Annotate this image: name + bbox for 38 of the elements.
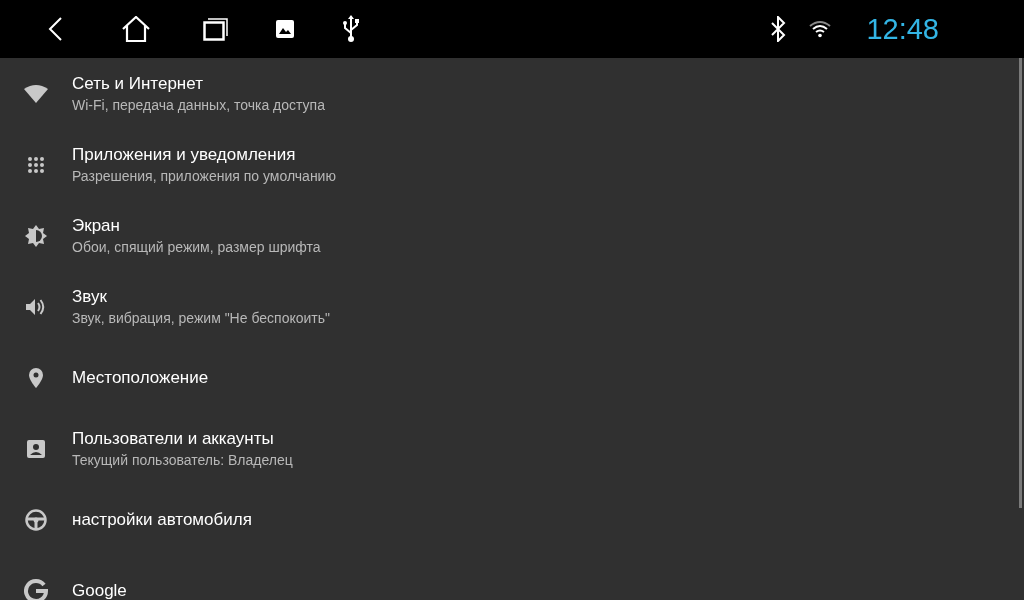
back-icon[interactable]	[47, 16, 63, 42]
item-title: Google	[72, 580, 127, 600]
apps-grid-icon	[27, 155, 45, 174]
settings-item[interactable]: Пользователи и аккаунты Текущий пользователь: Владелец	[0, 413, 1024, 484]
item-title: Приложения и уведомления	[72, 145, 297, 165]
item-subtitle: Обои, спящий режим, размер шрифта	[72, 239, 321, 255]
settings-item[interactable]: Приложения и уведомления Разрешения, приложения по умолчанию	[0, 129, 1024, 200]
image-icon[interactable]	[276, 20, 294, 38]
item-subtitle: Wi-Fi, передача данных, точка доступа	[72, 97, 325, 113]
item-title: Пользователи и аккаунты	[72, 429, 275, 449]
settings-item[interactable]: Google	[0, 555, 1024, 600]
speaker-icon	[25, 297, 47, 316]
settings-item[interactable]: Местоположение	[0, 342, 1024, 413]
steering-wheel-icon	[25, 508, 47, 531]
item-title: Звук	[72, 287, 108, 307]
clock-time: 12:48	[866, 12, 939, 46]
item-title: Экран	[72, 216, 121, 236]
settings-item[interactable]: Звук Звук, вибрация, режим "Не беспокоить"	[0, 271, 1024, 342]
item-subtitle: Текущий пользователь: Владелец	[72, 452, 293, 468]
location-pin-icon	[29, 367, 43, 388]
brightness-icon	[24, 223, 48, 248]
wifi-signal-icon	[808, 20, 833, 38]
bluetooth-icon	[770, 16, 787, 42]
usb-icon[interactable]	[343, 15, 359, 43]
home-icon[interactable]	[121, 16, 151, 42]
item-title: настройки автомобиля	[72, 509, 252, 530]
recent-apps-icon[interactable]	[203, 17, 229, 41]
letter-g-icon	[24, 578, 48, 600]
item-title: Местоположение	[72, 367, 209, 388]
item-subtitle: Разрешения, приложения по умолчанию	[72, 168, 336, 184]
settings-item[interactable]: Сеть и Интернет Wi-Fi, передача данных, точка доступа	[0, 58, 1024, 129]
scrollbar[interactable]	[1019, 58, 1022, 508]
item-title: Сеть и Интернет	[72, 74, 204, 94]
wifi-icon	[24, 84, 48, 103]
item-subtitle: Звук, вибрация, режим "Не беспокоить"	[72, 310, 330, 326]
settings-item[interactable]: Экран Обои, спящий режим, размер шрифта	[0, 200, 1024, 271]
person-card-icon	[27, 439, 45, 458]
settings-item[interactable]: настройки автомобиля	[0, 484, 1024, 555]
